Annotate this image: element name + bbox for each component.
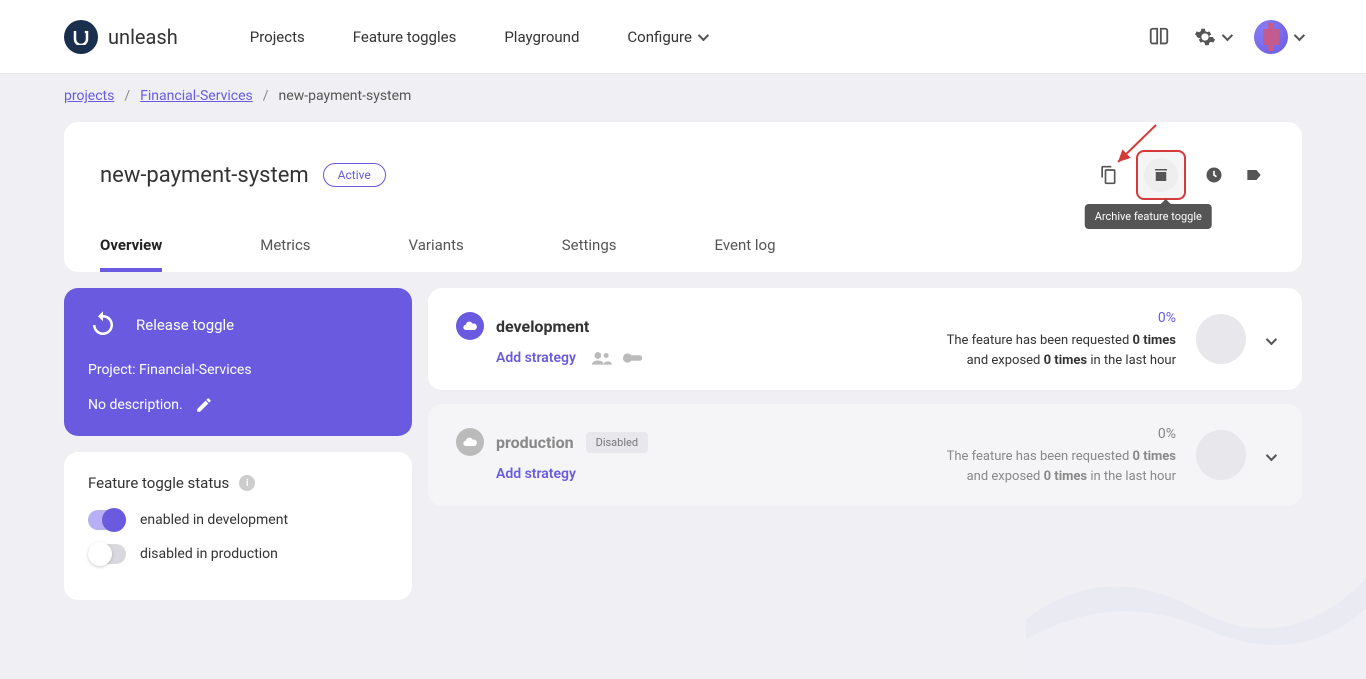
env-card-development: development Add strategy 0% The [428,288,1302,390]
tag-icon[interactable] [1242,163,1266,187]
logo[interactable]: unleash [64,20,178,54]
env-percent: 0% [947,424,1176,445]
toggle-type: Release toggle [136,316,234,334]
switch-production[interactable] [88,544,126,564]
refresh-icon [88,310,118,340]
env-name: production [496,433,574,452]
expand-button[interactable] [1266,446,1274,465]
env-card-production: production Disabled Add strategy 0% The … [428,404,1302,506]
status-title: Feature toggle status [88,474,229,492]
status-prod-label: disabled in production [140,546,278,562]
project-line: Project: Financial-Services [88,362,388,378]
tab-event-log[interactable]: Event log [715,218,816,272]
feature-header-card: new-payment-system Active Archive featur… [64,122,1302,272]
status-dev-label: enabled in development [140,512,288,528]
feature-info-card: Release toggle Project: Financial-Servic… [64,288,412,436]
clock-icon[interactable] [1202,163,1226,187]
page: projects / Financial-Services / new-paym… [0,74,1366,600]
breadcrumb-project[interactable]: Financial-Services [140,88,253,104]
page-title: new-payment-system [100,163,309,188]
header-actions: Archive feature toggle [1096,150,1266,200]
tab-overview[interactable]: Overview [100,218,202,272]
docs-icon[interactable] [1148,26,1170,48]
nav-feature-toggles[interactable]: Feature toggles [353,28,457,46]
chevron-down-icon [698,29,709,40]
env-stat-line1: The feature has been requested 0 times [947,331,1176,351]
cloud-icon [456,312,484,340]
nav-configure[interactable]: Configure [627,28,706,46]
env-chart-placeholder [1196,314,1246,364]
add-strategy-button[interactable]: Add strategy [496,466,576,482]
nav-projects[interactable]: Projects [250,28,305,46]
chevron-down-icon [1222,29,1233,40]
chevron-down-icon [1266,333,1277,344]
add-strategy-button[interactable]: Add strategy [496,350,576,366]
chevron-down-icon [1294,29,1305,40]
archive-button[interactable]: Archive feature toggle [1136,150,1186,200]
copy-icon[interactable] [1096,163,1120,187]
tab-metrics[interactable]: Metrics [260,218,350,272]
disabled-badge: Disabled [586,432,648,453]
expand-button[interactable] [1266,330,1274,349]
breadcrumb-sep: / [263,88,269,104]
breadcrumb-projects[interactable]: projects [64,88,114,104]
env-chart-placeholder [1196,430,1246,480]
env-name: development [496,317,589,336]
top-right [1148,20,1302,54]
main-nav: Projects Feature toggles Playground Conf… [250,28,1148,46]
nav-configure-label: Configure [627,28,692,46]
cloud-icon [456,428,484,456]
gradual-icon [622,351,644,365]
tab-settings[interactable]: Settings [562,218,657,272]
env-stat-line2: and exposed 0 times in the last hour [947,351,1176,371]
settings-icon[interactable] [1194,26,1230,48]
status-badge: Active [323,163,386,187]
edit-icon[interactable] [195,396,213,414]
env-percent: 0% [947,308,1176,329]
env-stat-line1: The feature has been requested 0 times [947,447,1176,467]
user-menu[interactable] [1254,20,1302,54]
env-stat-line2: and exposed 0 times in the last hour [947,467,1176,487]
info-icon[interactable]: i [239,475,255,491]
breadcrumb: projects / Financial-Services / new-paym… [64,88,1302,104]
switch-development[interactable] [88,510,126,530]
logo-text: unleash [108,25,178,49]
people-icon [592,351,612,365]
nav-playground[interactable]: Playground [504,28,579,46]
breadcrumb-current: new-payment-system [279,88,412,104]
archive-icon [1152,166,1170,184]
top-bar: unleash Projects Feature toggles Playgro… [0,0,1366,74]
description-line: No description. [88,396,388,414]
logo-mark-icon [64,20,98,54]
status-card: Feature toggle status i enabled in devel… [64,452,412,600]
chevron-down-icon [1266,449,1277,460]
tooltip: Archive feature toggle [1085,204,1212,229]
breadcrumb-sep: / [124,88,130,104]
avatar [1254,20,1288,54]
tab-variants[interactable]: Variants [409,218,504,272]
